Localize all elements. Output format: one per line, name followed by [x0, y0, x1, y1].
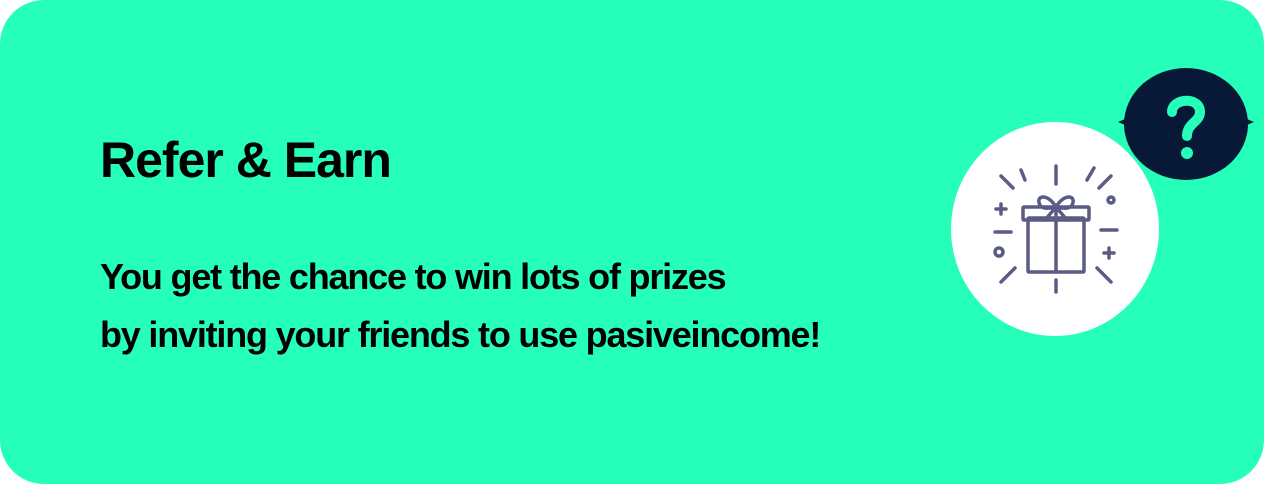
question-mark-icon	[1118, 68, 1254, 180]
description-line-1: You get the chance to win lots of prizes	[100, 256, 727, 297]
card-title: Refer & Earn	[100, 132, 392, 188]
help-button[interactable]	[1112, 68, 1260, 180]
refer-and-earn-card: Refer & Earn You get the chance to win l…	[0, 0, 1264, 484]
card-description: You get the chance to win lots of prizes…	[100, 248, 821, 364]
gift-icon	[993, 164, 1119, 294]
description-line-2: by inviting your friends to use pasivein…	[100, 314, 821, 355]
